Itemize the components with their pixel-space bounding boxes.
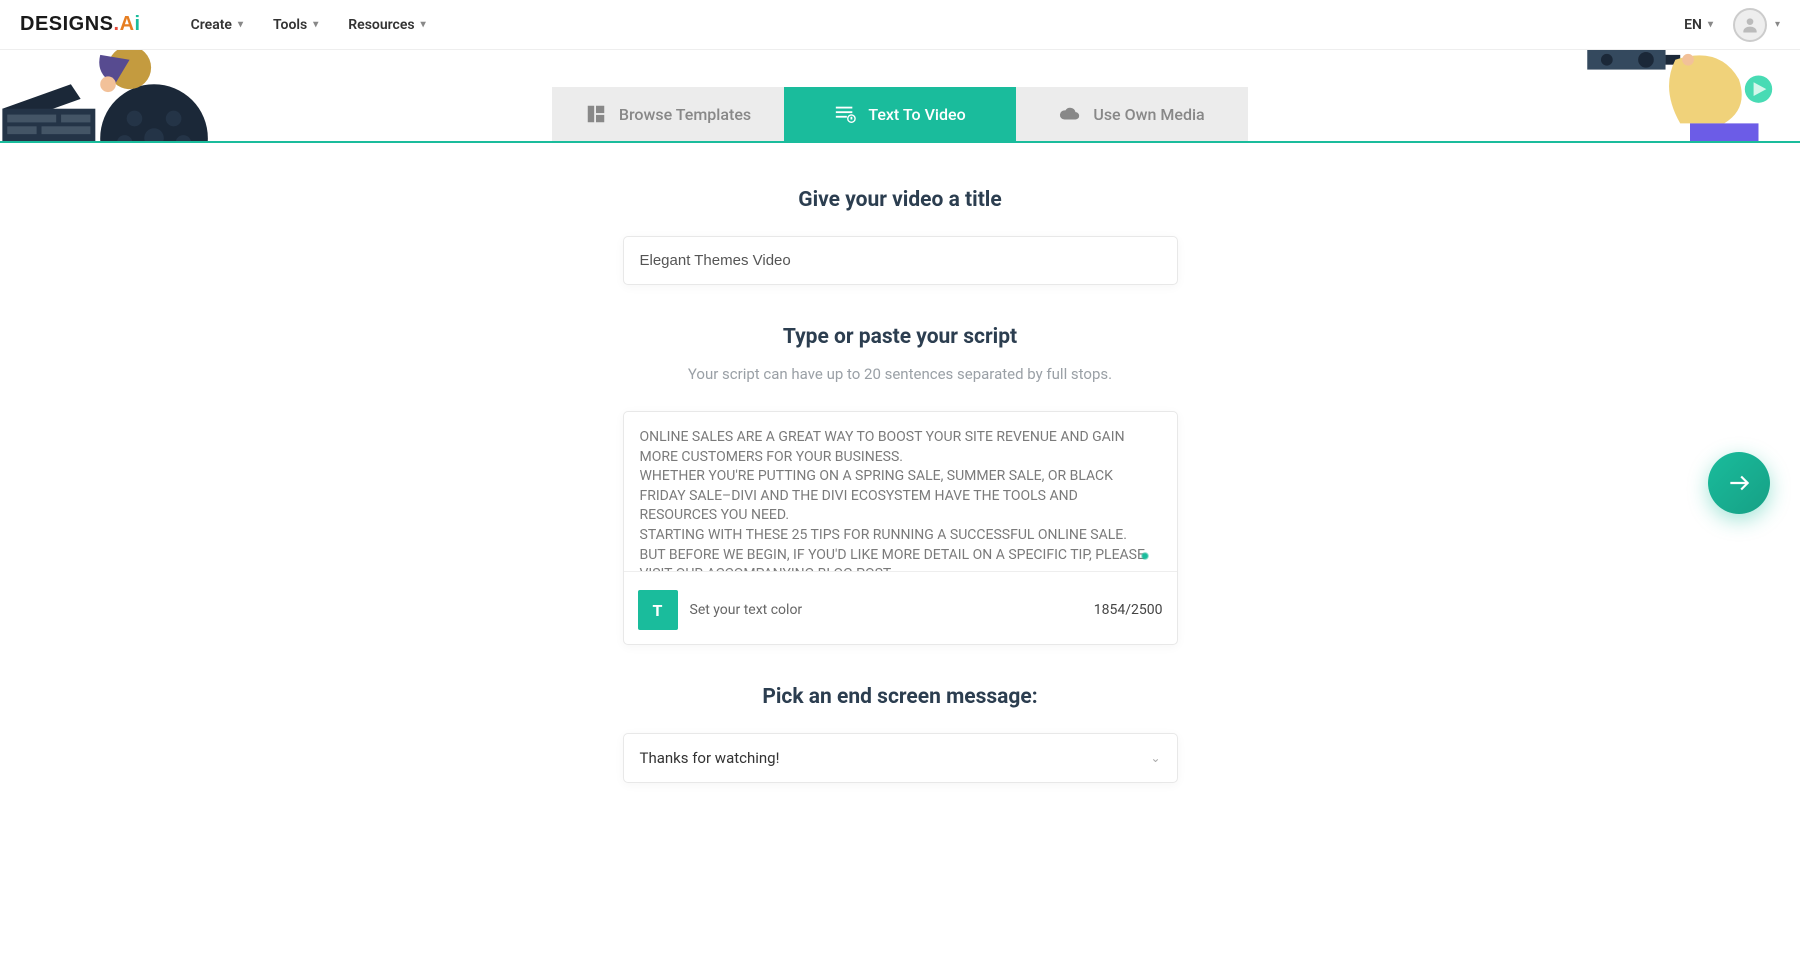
tab-browse-templates[interactable]: Browse Templates <box>552 87 784 141</box>
form-main: Give your video a title Type or paste yo… <box>623 143 1178 783</box>
script-textarea[interactable] <box>624 412 1177 572</box>
text-color-label: Set your text color <box>690 602 803 618</box>
typing-indicator-icon <box>1141 552 1149 560</box>
section-end-message: Pick an end screen message: Thanks for w… <box>623 685 1178 783</box>
cloud-upload-icon <box>1059 103 1081 125</box>
tab-label: Browse Templates <box>619 105 751 124</box>
logo-i: i <box>135 13 141 36</box>
section-script: Type or paste your script Your script ca… <box>623 325 1178 645</box>
hero-illustration-right <box>1580 50 1800 141</box>
chevron-down-icon: ▾ <box>1708 19 1713 30</box>
char-count: 1854/2500 <box>1094 602 1163 618</box>
chevron-down-icon: ▾ <box>421 19 426 30</box>
next-button[interactable] <box>1708 452 1770 514</box>
arrow-right-icon <box>1726 470 1752 496</box>
script-card: T Set your text color 1854/2500 <box>623 411 1178 645</box>
chevron-down-icon: ▾ <box>238 19 243 30</box>
user-icon <box>1740 15 1760 35</box>
avatar <box>1733 8 1767 42</box>
header-left: DESIGNS.Ai Create ▾ Tools ▾ Resources ▾ <box>20 13 426 36</box>
app-header: DESIGNS.Ai Create ▾ Tools ▾ Resources ▾ … <box>0 0 1800 50</box>
account-menu[interactable]: ▾ <box>1733 8 1780 42</box>
hero-illustration-left <box>0 50 220 141</box>
script-footer: T Set your text color 1854/2500 <box>624 576 1177 644</box>
nav-resources[interactable]: Resources ▾ <box>348 17 425 33</box>
text-color-control[interactable]: T Set your text color <box>638 590 803 630</box>
tab-label: Use Own Media <box>1093 105 1204 124</box>
mode-tabs: Browse Templates Text To Video Use Own M… <box>552 87 1248 141</box>
nav-create[interactable]: Create ▾ <box>191 17 243 33</box>
hero: Browse Templates Text To Video Use Own M… <box>0 50 1800 143</box>
script-heading: Type or paste your script <box>623 325 1178 349</box>
end-message-select[interactable]: Thanks for watching! ⌄ <box>623 733 1178 783</box>
title-input-card <box>623 236 1178 285</box>
nav-tools[interactable]: Tools ▾ <box>273 17 318 33</box>
text-color-chip[interactable]: T <box>638 590 678 630</box>
chevron-down-icon: ⌄ <box>1150 751 1160 765</box>
lang-label: EN <box>1684 17 1702 33</box>
chevron-down-icon: ▾ <box>1775 19 1780 30</box>
title-heading: Give your video a title <box>623 188 1178 212</box>
script-hint: Your script can have up to 20 sentences … <box>623 365 1178 383</box>
end-message-value: Thanks for watching! <box>640 749 780 767</box>
end-heading: Pick an end screen message: <box>623 685 1178 709</box>
nav-tools-label: Tools <box>273 17 307 33</box>
tab-text-to-video[interactable]: Text To Video <box>784 87 1016 141</box>
logo-text: DESIGNS <box>20 13 114 36</box>
tab-own-media[interactable]: Use Own Media <box>1016 87 1248 141</box>
logo[interactable]: DESIGNS.Ai <box>20 13 141 36</box>
script-icon <box>834 103 856 125</box>
video-title-input[interactable] <box>624 237 1177 284</box>
main-nav: Create ▾ Tools ▾ Resources ▾ <box>191 17 426 33</box>
logo-a: A <box>120 13 135 36</box>
nav-create-label: Create <box>191 17 232 33</box>
tab-label: Text To Video <box>868 105 965 124</box>
nav-resources-label: Resources <box>348 17 414 33</box>
templates-icon <box>585 103 607 125</box>
chevron-down-icon: ▾ <box>313 19 318 30</box>
language-selector[interactable]: EN ▾ <box>1684 17 1713 33</box>
section-title: Give your video a title <box>623 188 1178 285</box>
header-right: EN ▾ ▾ <box>1684 8 1780 42</box>
